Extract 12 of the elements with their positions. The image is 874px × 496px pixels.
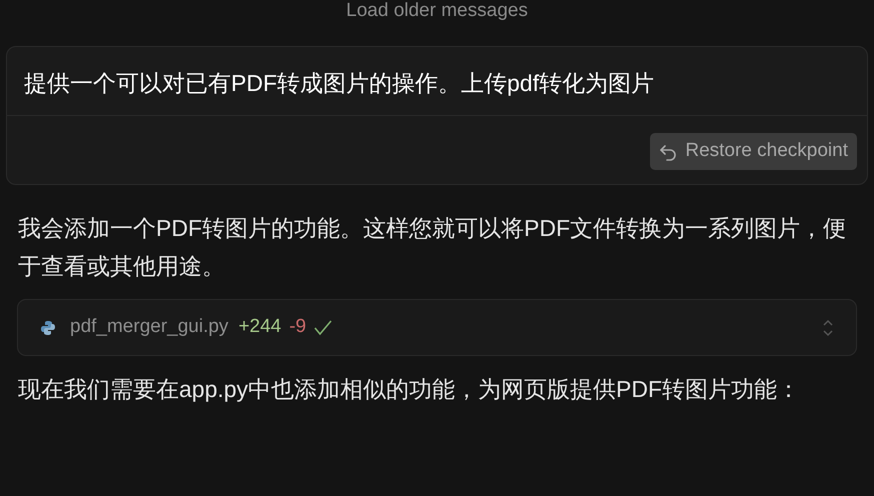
python-icon: [40, 320, 56, 336]
user-message-text: 提供一个可以对已有PDF转成图片的操作。上传pdf转化为图片: [24, 70, 654, 96]
assistant-paragraph: 现在我们需要在app.py中也添加相似的功能，为网页版提供PDF转图片功能：: [18, 375, 802, 404]
assistant-paragraph: 我会添加一个PDF转图片的功能。这样您就可以将PDF文件转换为一系列图片，便于查看或其他用途。: [18, 214, 847, 281]
added-lines-count: +244: [238, 315, 282, 340]
restore-checkpoint-button[interactable]: Restore checkpoint: [650, 133, 857, 170]
file-name: pdf_merger_gui.py: [70, 315, 228, 340]
removed-lines-count: -9: [289, 315, 306, 340]
load-older-messages-link[interactable]: Load older messages: [346, 0, 528, 22]
expand-collapse-icon[interactable]: [822, 318, 834, 338]
file-change-row[interactable]: pdf_merger_gui.py +244 -9: [17, 299, 857, 356]
undo-icon: [659, 142, 678, 160]
